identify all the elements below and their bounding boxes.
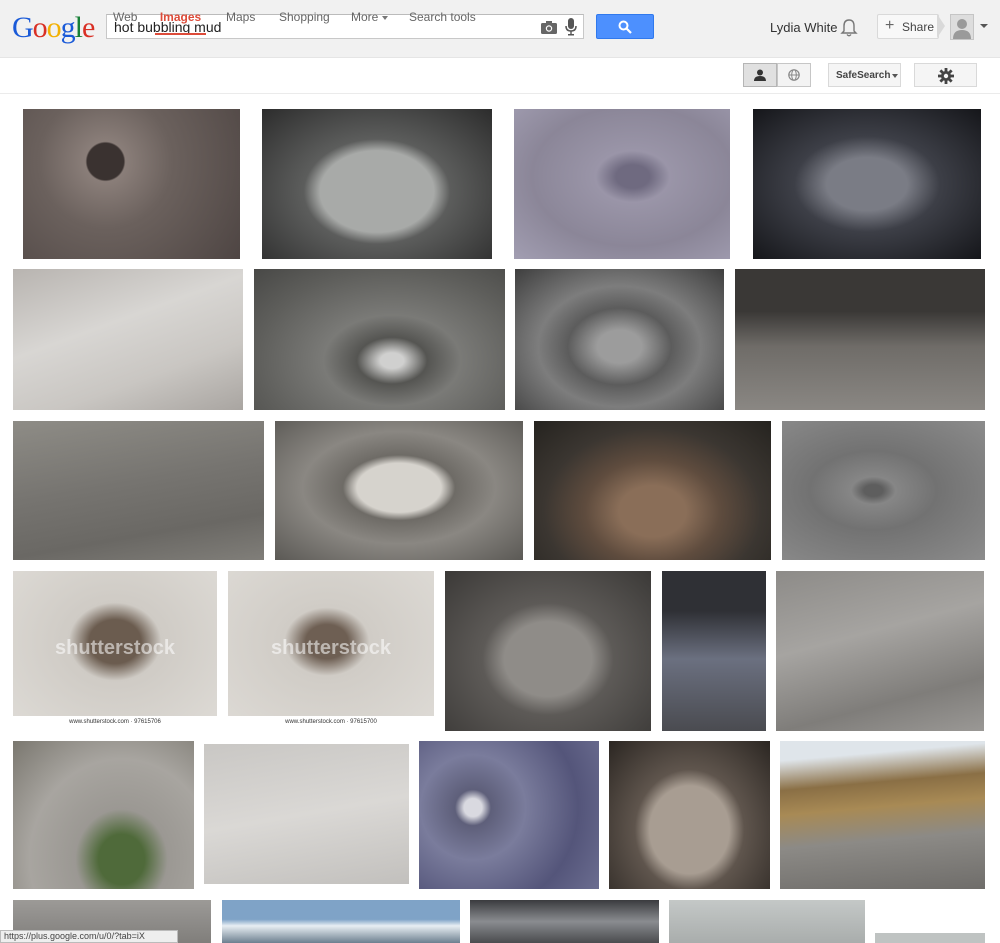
image-result[interactable] — [254, 269, 505, 410]
image-result[interactable] — [662, 571, 766, 731]
image-result[interactable] — [13, 741, 194, 889]
image-result[interactable] — [776, 571, 984, 731]
image-result[interactable] — [782, 421, 985, 560]
image-result[interactable] — [735, 269, 985, 410]
image-result[interactable] — [780, 741, 985, 889]
image-result[interactable] — [23, 109, 240, 259]
image-result[interactable] — [13, 421, 264, 560]
watermark-footer: www.shutterstock.com · 97615700 — [228, 716, 434, 728]
image-result[interactable] — [13, 269, 243, 410]
image-result[interactable] — [275, 421, 523, 560]
image-result[interactable] — [514, 109, 730, 259]
status-bar-url: https://plus.google.com/u/0/?tab=iX — [0, 930, 178, 943]
image-result[interactable] — [419, 741, 599, 889]
watermark-footer: www.shutterstock.com · 97615706 — [13, 716, 217, 728]
image-results-grid: shutterstock www.shutterstock.com · 9761… — [0, 0, 1000, 943]
image-result[interactable] — [445, 571, 651, 731]
image-result[interactable]: shutterstock www.shutterstock.com · 9761… — [13, 571, 217, 728]
watermark-text: shutterstock — [270, 636, 392, 659]
image-result[interactable] — [204, 744, 409, 884]
image-result[interactable] — [609, 741, 770, 889]
image-result[interactable] — [515, 269, 724, 410]
image-result[interactable]: shutterstock www.shutterstock.com · 9761… — [228, 571, 434, 728]
watermark-text: shutterstock — [54, 636, 176, 659]
image-result[interactable] — [753, 109, 981, 259]
image-result[interactable] — [222, 900, 460, 943]
image-result[interactable] — [875, 933, 985, 943]
image-result[interactable] — [470, 900, 659, 943]
image-result[interactable] — [534, 421, 771, 560]
image-result[interactable] — [669, 900, 865, 943]
image-result[interactable] — [262, 109, 492, 259]
